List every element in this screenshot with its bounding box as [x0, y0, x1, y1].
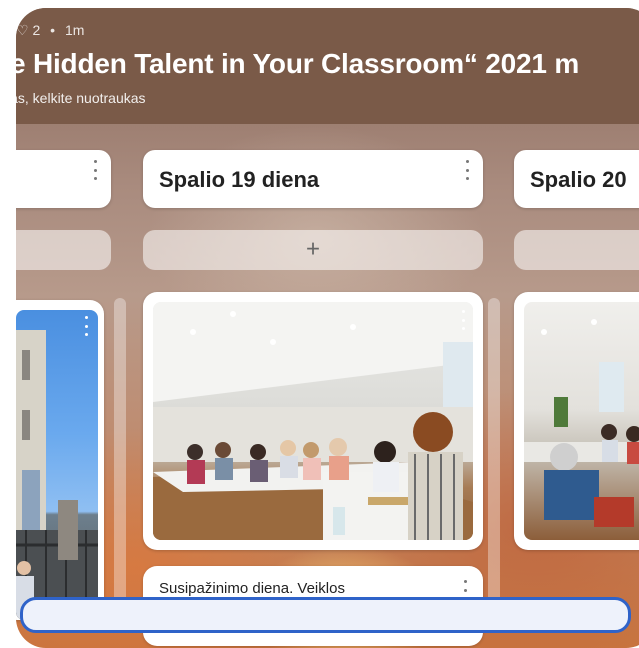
- more-icon[interactable]: [91, 160, 99, 180]
- column-title: Spalio 19 diena: [159, 167, 320, 192]
- column-scrollbar-1[interactable]: [114, 298, 126, 620]
- padlet-board: ♡ 2 • 1m e Hidden Talent in Your Classro…: [16, 8, 639, 648]
- board-meta: ♡ 2 • 1m: [16, 22, 84, 39]
- board-title: e Hidden Talent in Your Classroom“ 2021 …: [16, 48, 580, 79]
- post-photo: [524, 302, 639, 540]
- more-icon[interactable]: [82, 316, 90, 336]
- column-scrollbar-2[interactable]: [488, 298, 500, 620]
- post-card-4[interactable]: [514, 292, 639, 550]
- meta-separator: •: [50, 22, 56, 38]
- meta-count: 2: [32, 22, 41, 38]
- column-header-1[interactable]: [16, 150, 111, 208]
- board-header: ♡ 2 • 1m e Hidden Talent in Your Classro…: [16, 8, 639, 124]
- post-photo: [153, 302, 473, 540]
- meta-time: 1m: [64, 22, 85, 38]
- post-photo: [16, 310, 98, 620]
- add-post-button-3[interactable]: [514, 230, 639, 270]
- add-post-button-2[interactable]: +: [143, 230, 483, 270]
- heart-icon: ♡: [16, 22, 29, 38]
- post-card-1[interactable]: [16, 300, 104, 620]
- column-header-2[interactable]: Spalio 19 diena: [143, 150, 483, 208]
- focused-input-bar[interactable]: [20, 597, 631, 633]
- more-icon[interactable]: [463, 160, 471, 180]
- column-title: Spalio 20: [530, 167, 627, 192]
- column-header-3[interactable]: Spalio 20: [514, 150, 639, 208]
- meeting-photo: [153, 302, 473, 540]
- more-icon[interactable]: [459, 310, 467, 330]
- post-caption: Susipažinimo diena. Veiklos: [159, 580, 345, 597]
- post-card-2[interactable]: [143, 292, 483, 550]
- add-post-button-1[interactable]: [16, 230, 111, 270]
- board-subtitle: klas, kelkite nuotraukas: [16, 90, 146, 106]
- plus-icon: +: [305, 235, 321, 263]
- meeting-photo: [524, 319, 639, 527]
- church-photo: [16, 330, 98, 620]
